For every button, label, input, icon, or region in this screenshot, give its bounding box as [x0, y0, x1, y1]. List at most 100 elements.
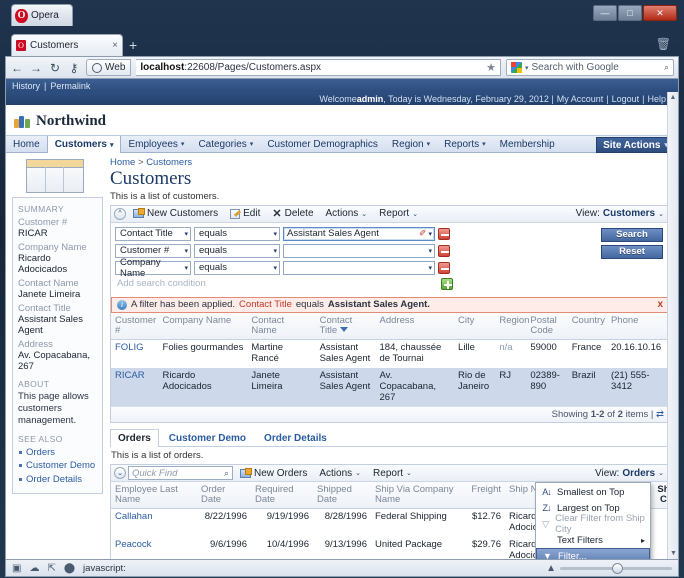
- panels-icon[interactable]: ▣: [12, 563, 21, 574]
- col-phone[interactable]: Phone: [606, 312, 669, 340]
- table-row[interactable]: RICAR Ricardo Adocicados Janete Limeira …: [111, 367, 669, 407]
- nav-item-categories[interactable]: Categories ▾: [191, 136, 260, 152]
- col-postal-code[interactable]: Postal Code: [526, 312, 568, 340]
- add-condition-label[interactable]: Add search condition: [115, 278, 283, 289]
- see-also-item-order-details[interactable]: Order Details: [18, 473, 97, 487]
- quick-find-input[interactable]: Quick Find ⌕: [128, 466, 233, 481]
- refresh-icon[interactable]: ⇄: [656, 409, 664, 420]
- my-account-link[interactable]: My Account: [557, 94, 604, 104]
- table-row[interactable]: FOLIG Folies gourmandes Martine Rancé As…: [111, 339, 669, 367]
- nav-item-customer-demographics[interactable]: Customer Demographics: [260, 136, 385, 152]
- col-customer-number[interactable]: Customer #: [111, 312, 159, 340]
- customer-link[interactable]: RICAR: [115, 370, 145, 381]
- col-city[interactable]: City: [454, 312, 496, 340]
- lookup-brush-icon[interactable]: ✐: [419, 228, 427, 239]
- new-customers-button[interactable]: New Customers: [128, 206, 223, 221]
- col-order-date[interactable]: Order Date: [197, 482, 251, 510]
- tab-orders[interactable]: Orders: [110, 429, 159, 448]
- address-bar[interactable]: localhost :22608/Pages/Customers.aspx ★: [136, 59, 501, 76]
- browser-tab-customers[interactable]: O Customers ×: [11, 34, 123, 56]
- search-value-input-3[interactable]: ▾: [283, 260, 435, 275]
- chevron-down-icon[interactable]: ▾: [428, 247, 432, 255]
- forward-icon[interactable]: →: [29, 61, 43, 75]
- menu-item-filter[interactable]: ▼ Filter...: [536, 548, 650, 559]
- shield-icon[interactable]: ⬤: [64, 563, 75, 574]
- reload-icon[interactable]: ↻: [48, 61, 62, 75]
- see-also-item-orders[interactable]: Orders: [18, 446, 97, 460]
- bookmark-star-icon[interactable]: ★: [486, 61, 496, 74]
- col-contact-name[interactable]: Contact Name: [247, 312, 316, 340]
- alert-field-link[interactable]: Contact Title: [239, 299, 292, 310]
- opera-menu-button[interactable]: O Opera: [11, 4, 73, 26]
- search-field-select-3[interactable]: Company Name ▾: [115, 257, 191, 279]
- edit-button[interactable]: Edit: [225, 206, 265, 221]
- col-employee-last-name[interactable]: Employee Last Name: [111, 482, 197, 510]
- new-tab-icon[interactable]: +: [129, 37, 137, 53]
- orders-report-menu-button[interactable]: Report ⌄: [368, 466, 417, 481]
- menu-item-smallest-on-top[interactable]: A↓ Smallest on Top: [536, 484, 650, 500]
- add-condition-button[interactable]: [441, 277, 453, 290]
- order-employee-link[interactable]: Callahan: [115, 511, 153, 522]
- col-contact-title[interactable]: Contact Title: [315, 312, 376, 340]
- nav-item-region[interactable]: Region ▾: [385, 136, 437, 152]
- search-value-input-2[interactable]: ▾: [283, 243, 435, 258]
- zoom-slider-handle[interactable]: [612, 562, 623, 574]
- nav-item-home[interactable]: Home: [6, 136, 47, 152]
- key-icon[interactable]: ⚷: [67, 61, 81, 75]
- view-selector[interactable]: View: Customers ⌄: [576, 208, 664, 219]
- report-menu-button[interactable]: Report ⌄: [374, 206, 423, 221]
- close-icon[interactable]: x: [657, 299, 663, 310]
- new-orders-button[interactable]: New Orders: [235, 466, 312, 481]
- col-address[interactable]: Address: [375, 312, 455, 340]
- search-operator-select-1[interactable]: equals ▾: [194, 226, 280, 241]
- page-scrollbar[interactable]: ▲ ▼: [667, 92, 678, 559]
- tab-order-details[interactable]: Order Details: [256, 429, 335, 447]
- share-icon[interactable]: ⇱: [47, 563, 55, 574]
- minimize-button[interactable]: —: [593, 5, 617, 21]
- remove-condition-button-1[interactable]: [438, 227, 450, 240]
- col-company-name[interactable]: Company Name: [158, 312, 248, 340]
- zoom-control[interactable]: ▲: [546, 562, 672, 574]
- zoom-up-icon[interactable]: ▲: [546, 563, 556, 574]
- site-actions-button[interactable]: Site Actions ▾: [596, 137, 675, 153]
- col-region[interactable]: Region: [495, 312, 529, 340]
- web-button[interactable]: Web: [86, 59, 132, 76]
- col-freight[interactable]: Freight: [465, 482, 505, 510]
- col-country[interactable]: Country: [567, 312, 607, 340]
- chevron-down-icon[interactable]: ▾: [428, 230, 432, 238]
- orders-collapse-toggle-icon[interactable]: ⌄: [114, 467, 126, 480]
- chevron-down-icon[interactable]: ▾: [428, 264, 432, 272]
- search-button[interactable]: Search: [601, 227, 663, 242]
- permalink-link[interactable]: Permalink: [50, 81, 90, 91]
- scroll-down-icon[interactable]: ▼: [668, 548, 678, 559]
- scroll-up-icon[interactable]: ▲: [668, 92, 678, 103]
- close-button[interactable]: ✕: [643, 5, 677, 21]
- order-employee-link[interactable]: Peacock: [115, 539, 151, 550]
- nav-item-reports[interactable]: Reports ▾: [437, 136, 493, 152]
- search-input[interactable]: ▾ Search with Google ⌕: [506, 59, 674, 76]
- nav-item-employees[interactable]: Employees ▾: [121, 136, 191, 152]
- customer-link[interactable]: FOLIG: [115, 342, 144, 353]
- search-value-input-1[interactable]: Assistant Sales Agent ✐ ▾: [283, 226, 435, 241]
- remove-condition-button-2[interactable]: [438, 244, 450, 257]
- reset-button[interactable]: Reset: [601, 244, 663, 259]
- breadcrumb-home[interactable]: Home: [110, 157, 135, 168]
- logout-link[interactable]: Logout: [612, 94, 640, 104]
- col-required-date[interactable]: Required Date: [251, 482, 313, 510]
- search-operator-select-2[interactable]: equals ▾: [194, 243, 280, 258]
- see-also-item-customer-demo[interactable]: Customer Demo: [18, 459, 97, 473]
- trash-icon[interactable]: 🗑: [656, 37, 671, 51]
- nav-item-customers[interactable]: Customers ▾: [46, 136, 122, 153]
- col-ship-via-company-name[interactable]: Ship Via Company Name: [371, 482, 465, 510]
- orders-actions-menu-button[interactable]: Actions ⌄: [314, 466, 366, 481]
- back-icon[interactable]: ←: [10, 61, 24, 75]
- cloud-icon[interactable]: ☁: [29, 563, 39, 574]
- col-shipped-date[interactable]: Shipped Date: [313, 482, 371, 510]
- tab-close-icon[interactable]: ×: [112, 40, 118, 51]
- search-field-select-1[interactable]: Contact Title ▾: [115, 226, 191, 241]
- nav-item-membership[interactable]: Membership: [493, 136, 562, 152]
- delete-button[interactable]: ✕ Delete: [267, 206, 318, 221]
- search-operator-select-3[interactable]: equals ▾: [194, 260, 280, 275]
- remove-condition-button-3[interactable]: [438, 261, 450, 274]
- actions-menu-button[interactable]: Actions ⌄: [321, 206, 373, 221]
